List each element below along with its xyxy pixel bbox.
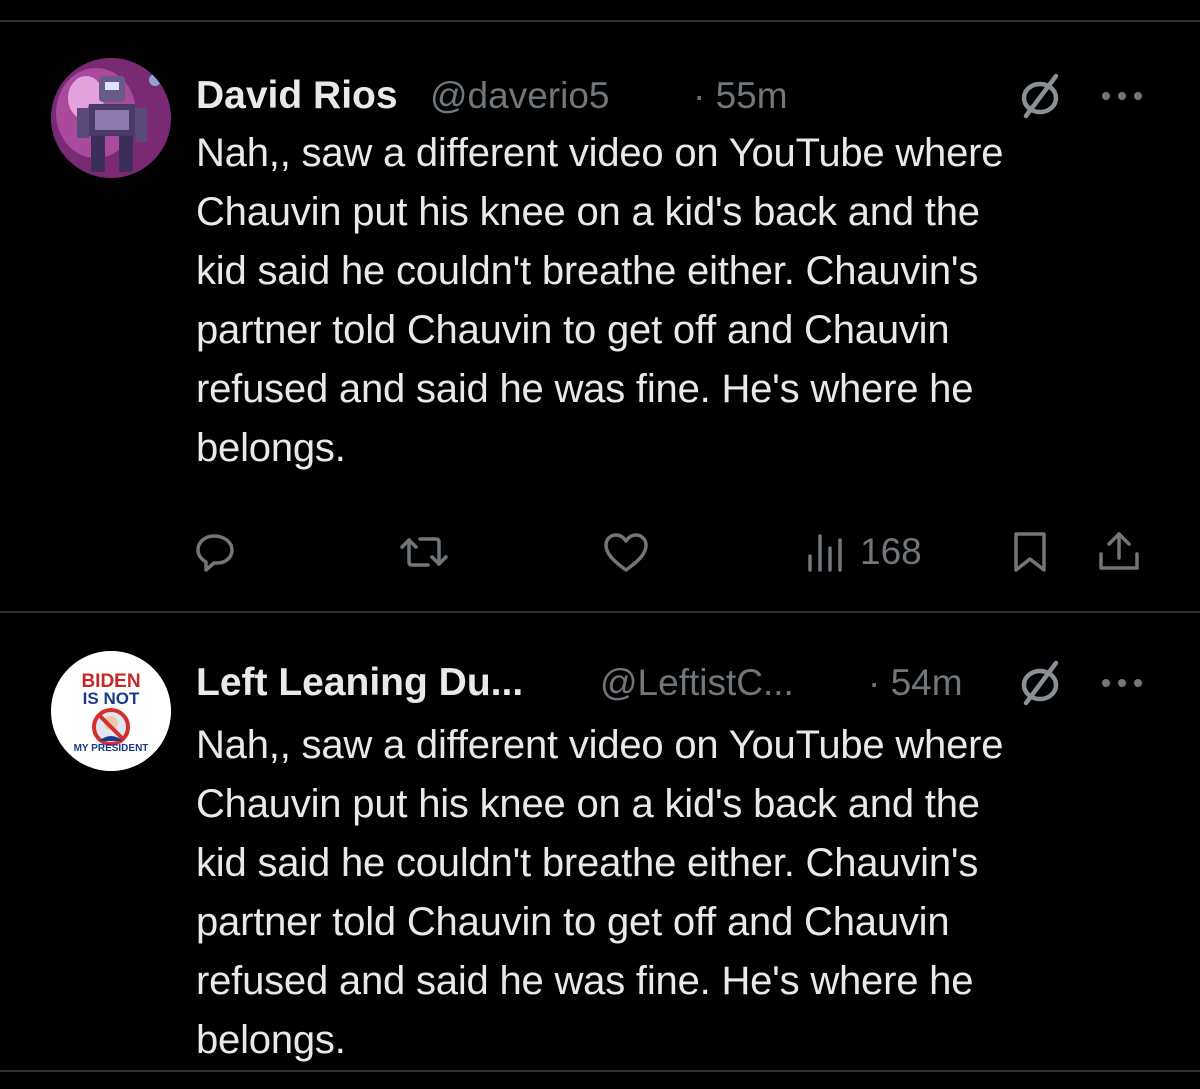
heart-icon — [604, 533, 648, 572]
bookmark-button[interactable] — [1010, 530, 1050, 574]
tweet-1[interactable]: David Rios @daverio5 · 55m Nah,, saw a d… — [0, 22, 1200, 611]
divider-bottom — [0, 1070, 1200, 1072]
reply-icon — [196, 534, 234, 572]
more-options-icon[interactable] — [1100, 86, 1144, 106]
author-name[interactable]: Left Leaning Du... — [196, 653, 523, 713]
bookmark-icon — [1014, 532, 1046, 572]
timestamp[interactable]: · 54m — [868, 653, 963, 713]
share-button[interactable] — [1096, 530, 1142, 574]
grok-icon[interactable] — [1016, 72, 1064, 120]
timestamp[interactable]: · 55m — [693, 66, 788, 126]
views-icon — [808, 534, 842, 572]
repost-button[interactable] — [398, 530, 450, 574]
avatar-text-bottom: MY PRESIDENT — [74, 743, 149, 754]
views-count: 168 — [860, 531, 922, 572]
biden-not-my-president-avatar: BIDEN IS NOT MY PRESIDENT — [51, 651, 171, 771]
tweet-actions: 168 — [0, 522, 1200, 582]
views-button[interactable]: 168 — [806, 530, 922, 574]
avatar-text-mid: IS NOT — [83, 689, 140, 708]
grok-icon[interactable] — [1016, 659, 1064, 707]
avatar[interactable] — [51, 58, 171, 178]
author-handle[interactable]: @LeftistC... — [600, 653, 794, 713]
author-name[interactable]: David Rios — [196, 66, 398, 126]
avatar[interactable]: BIDEN IS NOT MY PRESIDENT — [51, 651, 171, 771]
reply-button[interactable] — [194, 530, 238, 574]
tweet-2[interactable]: BIDEN IS NOT MY PRESIDENT Left Leaning D… — [0, 613, 1200, 1070]
more-options-icon[interactable] — [1100, 673, 1144, 693]
like-button[interactable] — [602, 530, 650, 574]
tweet-header: Left Leaning Du... @LeftistC... · 54m — [196, 653, 1156, 713]
tweet-text: Nah,, saw a different video on YouTube w… — [196, 131, 1004, 470]
tweet-text: Nah,, saw a different video on YouTube w… — [196, 723, 1004, 1062]
repost-icon — [400, 537, 448, 567]
tweet-header: David Rios @daverio5 · 55m — [196, 66, 1156, 126]
robot-avatar-icon — [51, 58, 171, 178]
share-icon — [1099, 532, 1139, 570]
author-handle[interactable]: @daverio5 — [430, 66, 610, 126]
